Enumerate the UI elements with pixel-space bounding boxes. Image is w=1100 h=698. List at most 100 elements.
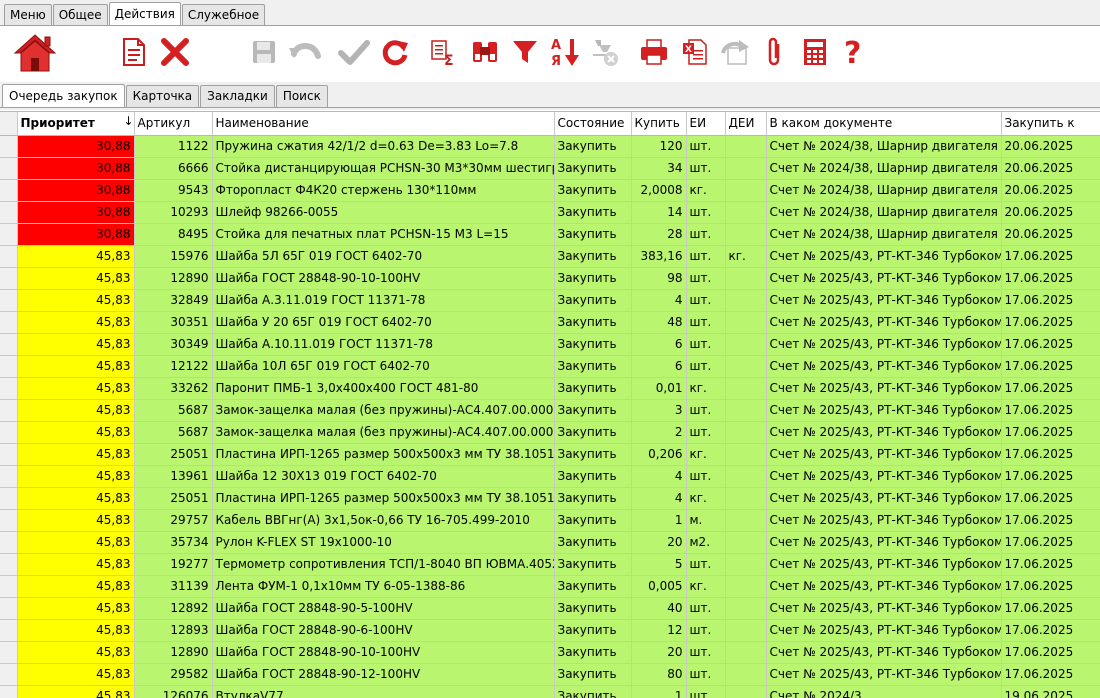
cell-buy-by[interactable]: 17.06.2025 [1001, 443, 1100, 466]
sub-tab[interactable]: Закладки [200, 85, 275, 107]
table-row[interactable]: 45,83 33262 Паронит ПМБ-1 3,0х400х400 ГОСТ… [0, 377, 1100, 400]
cell-state[interactable]: Закупить [554, 509, 632, 532]
cell-buy-by[interactable]: 20.06.2025 [1001, 201, 1100, 224]
cell-name[interactable]: Замок-защелка малая (без пружины)-АС4.40… [212, 399, 555, 422]
cell-alt-unit[interactable] [725, 157, 767, 180]
cell-state[interactable]: Закупить [554, 465, 632, 488]
cell-state[interactable]: Закупить [554, 663, 632, 686]
delete-button[interactable] [155, 32, 195, 72]
cell-name[interactable]: Шайба А.3.11.019 ГОСТ 11371-78 [212, 289, 555, 312]
cell-document[interactable]: Счет № 2025/43, РТ-КТ-346 Турбокомп [766, 619, 1002, 642]
cell-priority[interactable]: 30,88 [17, 135, 135, 158]
cell-state[interactable]: Закупить [554, 641, 632, 664]
cell-document[interactable]: Счет № 2024/38, Шарнир двигателя 75 [766, 201, 1002, 224]
row-indicator[interactable] [0, 575, 18, 598]
cell-unit[interactable]: кг. [686, 377, 726, 400]
cell-buy[interactable]: 48 [631, 311, 687, 334]
table-row[interactable]: 45,83 12890 Шайба ГОСТ 28848-90-10-100HV За… [0, 267, 1100, 290]
cell-state[interactable]: Закупить [554, 399, 632, 422]
cell-buy-by[interactable]: 17.06.2025 [1001, 465, 1100, 488]
sub-tab[interactable]: Очередь закупок [2, 84, 125, 108]
cell-article[interactable]: 32849 [134, 289, 213, 312]
cell-document[interactable]: Счет № 2024/38, Шарнир двигателя 75 [766, 157, 1002, 180]
cell-priority[interactable]: 30,88 [17, 179, 135, 202]
cell-article[interactable]: 30351 [134, 311, 213, 334]
cell-alt-unit[interactable] [725, 531, 767, 554]
filter-button[interactable] [505, 32, 545, 72]
cell-priority[interactable]: 45,83 [17, 465, 135, 488]
cell-alt-unit[interactable] [725, 641, 767, 664]
cell-document[interactable]: Счет № 2025/43, РТ-КТ-346 Турбокомп [766, 465, 1002, 488]
cell-priority[interactable]: 45,83 [17, 267, 135, 290]
cell-document[interactable]: Счет № 2025/43, РТ-КТ-346 Турбокомп [766, 377, 1002, 400]
cell-unit[interactable]: м2. [686, 531, 726, 554]
table-row[interactable]: 30,88 9543 Фторопласт Ф4К20 стержень 130*1… [0, 179, 1100, 202]
column-header-state[interactable]: Состояние [554, 112, 632, 136]
cell-unit[interactable]: шт. [686, 421, 726, 444]
column-header-buy-by[interactable]: Закупить к [1001, 112, 1100, 136]
table-row[interactable]: 45,83 12892 Шайба ГОСТ 28848-90-5-100HV Зак… [0, 597, 1100, 620]
cell-document[interactable]: Счет № 2024/38, Шарнир двигателя 75 [766, 179, 1002, 202]
cell-buy-by[interactable]: 17.06.2025 [1001, 663, 1100, 686]
row-indicator[interactable] [0, 201, 18, 224]
cell-priority[interactable]: 45,83 [17, 333, 135, 356]
cell-name[interactable]: Шайба А.10.11.019 ГОСТ 11371-78 [212, 333, 555, 356]
cell-unit[interactable]: шт. [686, 223, 726, 246]
cell-document[interactable]: Счет № 2025/43, РТ-КТ-346 Турбокомп [766, 289, 1002, 312]
cell-unit[interactable]: кг. [686, 443, 726, 466]
cell-buy-by[interactable]: 17.06.2025 [1001, 553, 1100, 576]
cell-unit[interactable]: шт. [686, 641, 726, 664]
redo-button[interactable] [715, 32, 755, 72]
cell-priority[interactable]: 45,83 [17, 641, 135, 664]
table-row[interactable]: 30,88 1122 Пружина сжатия 42/1/2 d=0.63 De… [0, 135, 1100, 158]
cell-buy[interactable]: 6 [631, 355, 687, 378]
cell-unit[interactable]: шт. [686, 465, 726, 488]
row-indicator[interactable] [0, 619, 18, 642]
cell-name[interactable]: Шайба ГОСТ 28848-90-10-100HV [212, 267, 555, 290]
row-indicator[interactable] [0, 245, 18, 268]
cell-alt-unit[interactable] [725, 399, 767, 422]
cell-document[interactable]: Счет № 2025/43, РТ-КТ-346 Турбокомп [766, 641, 1002, 664]
cell-buy-by[interactable]: 17.06.2025 [1001, 333, 1100, 356]
cell-name[interactable]: Кабель ВВГнг(А) 3х1,5ок-0,66 ТУ 16-705.4… [212, 509, 555, 532]
cell-alt-unit[interactable] [725, 135, 767, 158]
cell-unit[interactable]: кг. [686, 487, 726, 510]
cell-article[interactable]: 126076 [134, 685, 213, 698]
cell-unit[interactable]: шт. [686, 619, 726, 642]
cell-buy[interactable]: 2 [631, 421, 687, 444]
menu-tab[interactable]: Действия [108, 2, 181, 26]
cell-article[interactable]: 13961 [134, 465, 213, 488]
menu-tab[interactable]: Служебное [181, 4, 266, 26]
cell-buy[interactable]: 0,01 [631, 377, 687, 400]
cell-state[interactable]: Закупить [554, 311, 632, 334]
cell-priority[interactable]: 45,83 [17, 311, 135, 334]
cell-name[interactable]: Паронит ПМБ-1 3,0х400х400 ГОСТ 481-80 [212, 377, 555, 400]
row-indicator[interactable] [0, 377, 18, 400]
cell-name[interactable]: Фторопласт Ф4К20 стержень 130*110мм [212, 179, 555, 202]
new-document-button[interactable] [114, 32, 154, 72]
cell-buy-by[interactable]: 20.06.2025 [1001, 135, 1100, 158]
table-row[interactable]: 45,83 32849 Шайба А.3.11.019 ГОСТ 11371-78… [0, 289, 1100, 312]
cell-state[interactable]: Закупить [554, 333, 632, 356]
cell-unit[interactable]: шт. [686, 245, 726, 268]
cell-article[interactable]: 12890 [134, 267, 213, 290]
cell-buy[interactable]: 14 [631, 201, 687, 224]
row-indicator[interactable] [0, 553, 18, 576]
table-row[interactable]: 45,83 31139 Лента ФУМ-1 0,1х10мм ТУ 6-05-1… [0, 575, 1100, 598]
cell-state[interactable]: Закупить [554, 531, 632, 554]
cell-alt-unit[interactable] [725, 553, 767, 576]
cell-document[interactable]: Счет № 2025/43, РТ-КТ-346 Турбокомп [766, 531, 1002, 554]
cell-alt-unit[interactable] [725, 201, 767, 224]
cell-unit[interactable]: шт. [686, 333, 726, 356]
table-row[interactable]: 45,83 5687 Замок-защелка малая (без пружин… [0, 399, 1100, 422]
cell-buy-by[interactable]: 20.06.2025 [1001, 157, 1100, 180]
cell-article[interactable]: 6666 [134, 157, 213, 180]
cell-document[interactable]: Счет № 2024/38, Шарнир двигателя 75 [766, 223, 1002, 246]
cell-priority[interactable]: 45,83 [17, 685, 135, 698]
cell-alt-unit[interactable] [725, 575, 767, 598]
cell-buy-by[interactable]: 17.06.2025 [1001, 487, 1100, 510]
cell-buy-by[interactable]: 17.06.2025 [1001, 597, 1100, 620]
clear-filter-button[interactable] [584, 32, 624, 72]
cell-name[interactable]: Шайба ГОСТ 28848-90-5-100HV [212, 597, 555, 620]
cell-alt-unit[interactable] [725, 377, 767, 400]
